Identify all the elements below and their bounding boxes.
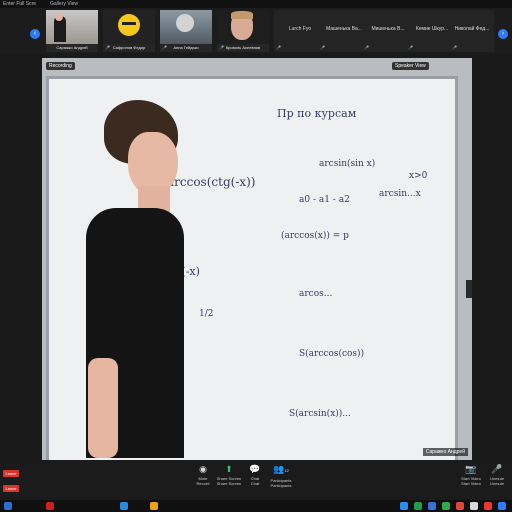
side-scroll-handle[interactable]: [466, 280, 472, 298]
participant-name-tile[interactable]: Николай Фед... 🎤: [450, 10, 494, 52]
taskbar-app-icon[interactable]: [46, 502, 54, 510]
person-arm: [88, 358, 118, 458]
muted-mic-icon: 🎤: [320, 45, 325, 50]
whiteboard-writing: arccos(ctg(-x)): [167, 175, 256, 189]
participant-name: Мишенька В...: [371, 26, 405, 32]
participants-sublabel: Participants: [270, 483, 292, 488]
whiteboard-writing: S(arccos(cos)): [299, 349, 365, 359]
whiteboard-writing: S(arcsin(x))...: [289, 409, 351, 419]
muted-mic-icon: 🎤: [452, 45, 457, 50]
leave-button-secondary[interactable]: Leave: [3, 485, 19, 492]
participants-button[interactable]: 👥12 Participants Participants: [268, 462, 294, 494]
whiteboard-writing: x>0: [409, 171, 428, 181]
participant-video: [46, 10, 98, 44]
muted-mic-icon: 🎤: [364, 45, 369, 50]
taskbar-app-icon[interactable]: [428, 502, 436, 510]
participant-count: 12: [284, 468, 289, 473]
participant-name: Машенька Ва...: [326, 26, 362, 32]
taskbar-app-icon[interactable]: [150, 502, 158, 510]
participant-tile[interactable]: 🎤 Анна Гейдько: [160, 10, 212, 52]
participant-tile[interactable]: Саражко Андрей: [46, 10, 98, 52]
participant-name: Анна Гейдько: [173, 45, 199, 50]
record-icon: ◉: [199, 464, 207, 474]
start-video-button[interactable]: 📷 Start Video Start Video: [458, 462, 484, 494]
recording-badge: Recording: [46, 62, 75, 70]
start-icon[interactable]: [4, 502, 12, 510]
leave-button[interactable]: Leave: [3, 470, 19, 477]
participants-icon: 👥12: [273, 464, 289, 474]
video-sublabel: Start Video: [461, 481, 481, 486]
whiteboard-writing: arcsin...x: [379, 189, 421, 199]
main-speaker-video: Пр по курсам arccos(ctg(-x)) arcsin(sin …: [42, 58, 472, 460]
filmstrip-next-icon[interactable]: ›: [498, 29, 508, 39]
exit-fullscreen-link[interactable]: Enter Full Scre: [3, 1, 36, 7]
taskbar-app-icon[interactable]: [120, 502, 128, 510]
filmstrip: ‹ Саражко Андрей 🎤 Сафронов Федор 🎤 Анна…: [0, 8, 512, 54]
gallery-view-link[interactable]: Gallery View: [50, 1, 78, 7]
whiteboard-writing: 1/2: [199, 309, 214, 319]
participant-avatar: [103, 10, 155, 44]
unmute-sublabel: Unmute: [489, 481, 504, 486]
meeting-toolbar: Leave Leave ◉ Mute Record ⬆ Share Screen…: [0, 460, 512, 500]
taskbar-app-icon[interactable]: [442, 502, 450, 510]
participant-name: Саражко Андрей: [56, 45, 88, 50]
record-sublabel: Record: [196, 481, 210, 486]
speaker-view-button[interactable]: Speaker View: [392, 62, 429, 70]
participant-name: Кемие Шкур...: [415, 26, 449, 32]
taskbar-app-icon[interactable]: [400, 502, 408, 510]
participant-video: [217, 10, 269, 44]
participant-name: Николай Фед...: [454, 26, 490, 32]
video-off-icon: 📷: [465, 464, 477, 474]
participant-name: Кроволь Асеевнов: [225, 45, 261, 50]
mic-muted-icon: 🎤: [491, 464, 503, 474]
taskbar-app-icon[interactable]: [470, 502, 478, 510]
participant-tile[interactable]: 🎤 Сафронов Федор: [103, 10, 155, 52]
whiteboard-writing: (arccos(x)) = p: [281, 231, 349, 241]
chat-button[interactable]: 💬 Chat Chat: [242, 462, 268, 494]
whiteboard-writing: arcos...: [299, 289, 333, 299]
muted-mic-icon: 🎤: [276, 45, 281, 50]
participant-video: [160, 10, 212, 44]
participant-name: Lurch Fyo: [288, 26, 312, 32]
os-taskbar: [0, 500, 512, 512]
chat-icon: 💬: [249, 464, 261, 474]
record-button[interactable]: ◉ Mute Record: [190, 462, 216, 494]
taskbar-app-icon[interactable]: [456, 502, 464, 510]
whiteboard-title: Пр по курсам: [277, 107, 357, 120]
top-bar: Enter Full Scre Gallery View: [0, 0, 512, 8]
participant-name: Сафронов Федор: [112, 45, 146, 50]
muted-mic-icon: 🎤: [408, 45, 413, 50]
whiteboard-writing: arcsin(sin x): [319, 159, 376, 169]
share-screen-button[interactable]: ⬆ Share Screen Share Screen: [216, 462, 242, 494]
share-icon: ⬆: [225, 464, 233, 474]
participant-tile[interactable]: 🎤 Кроволь Асеевнов: [217, 10, 269, 52]
share-sublabel: Share Screen: [216, 481, 242, 486]
speaker-name-label: Саражко Андрей: [422, 448, 468, 456]
taskbar-app-icon[interactable]: [414, 502, 422, 510]
taskbar-app-icon[interactable]: [498, 502, 506, 510]
chat-sublabel: Chat: [250, 481, 260, 486]
unmute-button[interactable]: 🎤 Unmute Unmute: [484, 462, 510, 494]
taskbar-app-icon[interactable]: [484, 502, 492, 510]
filmstrip-prev-icon[interactable]: ‹: [30, 29, 40, 39]
whiteboard-writing: a0 - a1 - a2: [299, 195, 350, 205]
